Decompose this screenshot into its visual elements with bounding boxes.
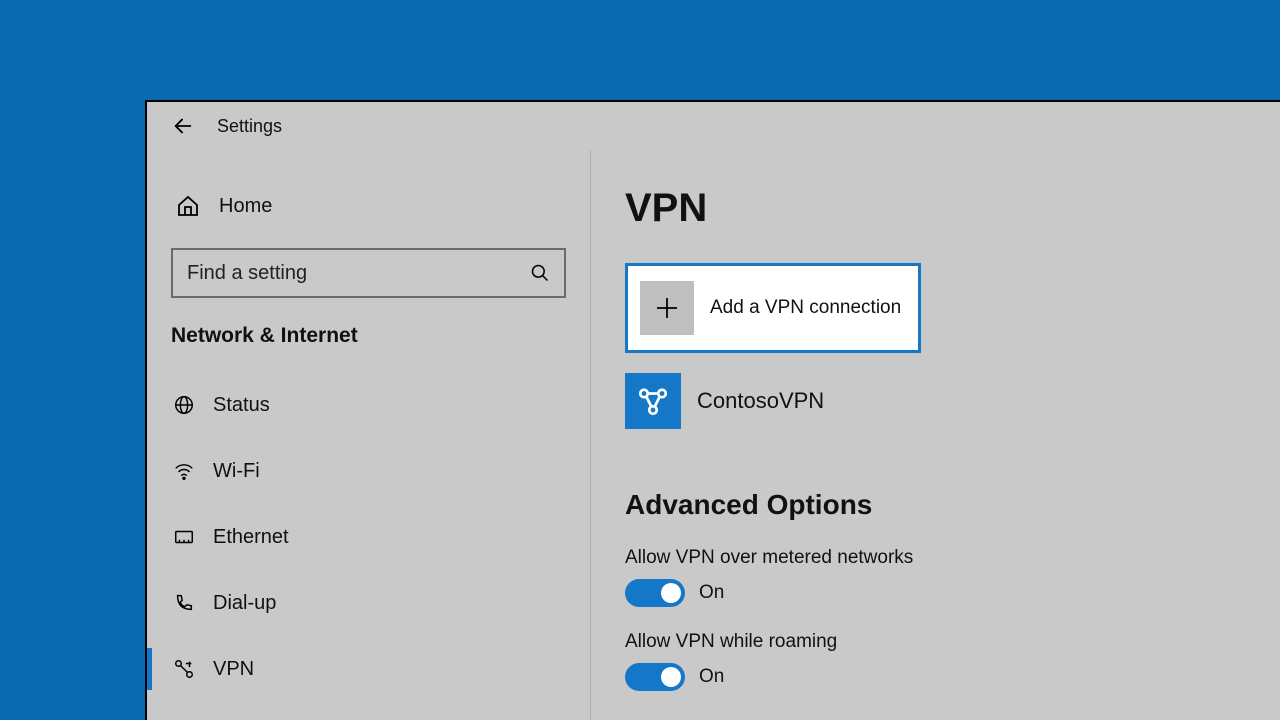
arrow-left-icon xyxy=(172,115,194,137)
ethernet-icon xyxy=(171,524,197,550)
toggle-roaming[interactable] xyxy=(625,663,685,691)
toggle-state-label: On xyxy=(699,582,724,604)
titlebar: Settings xyxy=(147,102,1280,150)
content-area: Home Network & Internet Status xyxy=(147,150,1280,720)
search-icon xyxy=(530,263,550,283)
settings-window: Settings Home Network & Internet xyxy=(145,100,1280,720)
toggle-state-label: On xyxy=(699,666,724,688)
vpn-connection-item[interactable]: ContosoVPN xyxy=(625,373,1280,429)
sidebar-item-label: Home xyxy=(219,195,272,218)
add-vpn-label: Add a VPN connection xyxy=(710,297,901,319)
sidebar-item-home[interactable]: Home xyxy=(147,178,590,234)
advanced-options-heading: Advanced Options xyxy=(625,489,1280,521)
back-button[interactable] xyxy=(163,106,203,146)
globe-icon xyxy=(171,392,197,418)
sidebar-item-ethernet[interactable]: Ethernet xyxy=(147,512,590,562)
sidebar-section-heading: Network & Internet xyxy=(147,324,590,348)
search-box[interactable] xyxy=(171,248,566,298)
sidebar-nav: Status Wi-Fi Ethernet xyxy=(147,380,590,694)
sidebar-item-status[interactable]: Status xyxy=(147,380,590,430)
sidebar-item-label: Status xyxy=(213,394,270,417)
option-roaming: Allow VPN while roaming On xyxy=(625,631,1280,691)
vpn-icon xyxy=(171,656,197,682)
phone-icon xyxy=(171,590,197,616)
option-metered: Allow VPN over metered networks On xyxy=(625,547,1280,607)
toggle-metered[interactable] xyxy=(625,579,685,607)
add-vpn-button[interactable]: Add a VPN connection xyxy=(625,263,921,353)
vpn-connection-name: ContosoVPN xyxy=(697,388,824,414)
page-title: VPN xyxy=(625,186,1280,231)
main-panel: VPN Add a VPN connection ContosoVPN Adva… xyxy=(591,150,1280,720)
sidebar-item-wifi[interactable]: Wi-Fi xyxy=(147,446,590,496)
option-label: Allow VPN over metered networks xyxy=(625,547,1280,569)
sidebar-item-dialup[interactable]: Dial-up xyxy=(147,578,590,628)
home-icon xyxy=(171,189,205,223)
sidebar-item-label: Ethernet xyxy=(213,526,289,549)
sidebar-item-label: Dial-up xyxy=(213,592,276,615)
plus-icon xyxy=(640,281,694,335)
search-input[interactable] xyxy=(187,262,530,285)
vpn-connection-icon xyxy=(625,373,681,429)
wifi-icon xyxy=(171,458,197,484)
option-label: Allow VPN while roaming xyxy=(625,631,1280,653)
sidebar-item-vpn[interactable]: VPN xyxy=(147,644,590,694)
app-title: Settings xyxy=(217,116,282,137)
sidebar-item-label: Wi-Fi xyxy=(213,460,260,483)
sidebar-item-label: VPN xyxy=(213,658,254,681)
search-wrap xyxy=(147,248,590,298)
sidebar: Home Network & Internet Status xyxy=(147,150,591,720)
